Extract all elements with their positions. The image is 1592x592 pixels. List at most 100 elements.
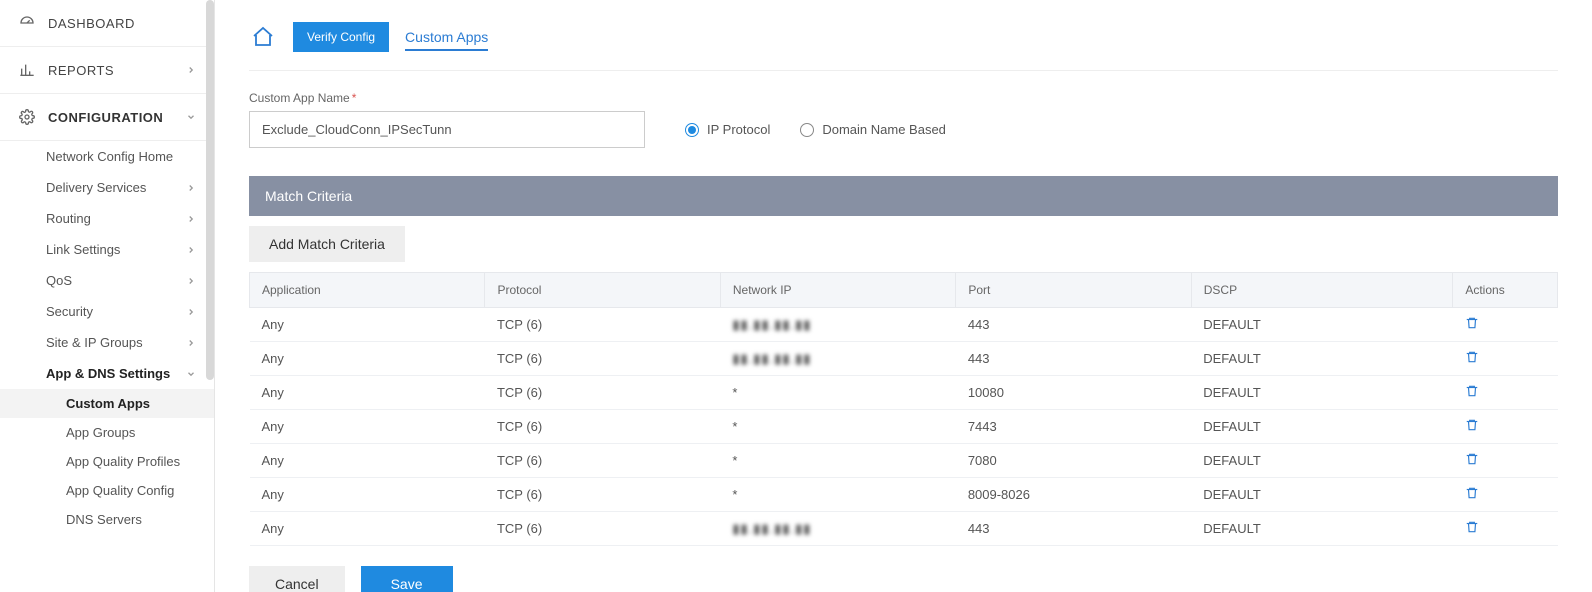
custom-app-name-label-text: Custom App Name [249, 91, 350, 105]
add-match-criteria-button[interactable]: Add Match Criteria [249, 226, 405, 262]
cell-network-ip: * [720, 410, 955, 444]
verify-config-button[interactable]: Verify Config [293, 22, 389, 52]
chevron-right-icon [186, 276, 196, 286]
delete-row-icon[interactable] [1465, 520, 1479, 534]
sidebar-item-link-settings[interactable]: Link Settings [0, 234, 214, 265]
chevron-right-icon [186, 183, 196, 193]
radio-domain-label: Domain Name Based [822, 122, 946, 137]
sidebar-item-label: Network Config Home [46, 149, 196, 164]
cell-dscp: DEFAULT [1191, 342, 1453, 376]
sidebar-item-qos[interactable]: QoS [0, 265, 214, 296]
delete-row-icon[interactable] [1465, 452, 1479, 466]
cell-application: Any [250, 342, 485, 376]
cell-dscp: DEFAULT [1191, 444, 1453, 478]
nav-reports-label: REPORTS [48, 63, 186, 78]
cell-protocol: TCP (6) [485, 342, 720, 376]
radio-ip-protocol-label: IP Protocol [707, 122, 770, 137]
sidebar-subitem-app-groups[interactable]: App Groups [0, 418, 214, 447]
sidebar-subitem-app-quality-profiles[interactable]: App Quality Profiles [0, 447, 214, 476]
nav-dashboard[interactable]: DASHBOARD [0, 0, 214, 47]
delete-row-icon[interactable] [1465, 418, 1479, 432]
cell-actions [1453, 444, 1558, 478]
sidebar-item-site-ip-groups[interactable]: Site & IP Groups [0, 327, 214, 358]
match-criteria-table: Application Protocol Network IP Port DSC… [249, 272, 1558, 546]
cell-dscp: DEFAULT [1191, 512, 1453, 546]
cell-network-ip: ▮▮.▮▮.▮▮.▮▮ [720, 512, 955, 546]
table-row: AnyTCP (6)▮▮.▮▮.▮▮.▮▮443DEFAULT [250, 308, 1558, 342]
cell-port: 8009-8026 [956, 478, 1191, 512]
custom-app-name-label: Custom App Name* [249, 91, 1558, 105]
delete-row-icon[interactable] [1465, 486, 1479, 500]
cell-application: Any [250, 444, 485, 478]
chevron-right-icon [186, 214, 196, 224]
custom-app-name-input[interactable] [249, 111, 645, 148]
radio-ip-protocol[interactable]: IP Protocol [685, 122, 770, 137]
chevron-right-icon [186, 338, 196, 348]
sidebar-scrollbar[interactable] [206, 0, 214, 380]
sidebar-item-label: QoS [46, 273, 186, 288]
cancel-button[interactable]: Cancel [249, 566, 345, 592]
cell-network-ip: * [720, 376, 955, 410]
cell-application: Any [250, 512, 485, 546]
cell-port: 443 [956, 512, 1191, 546]
nav-configuration-label: CONFIGURATION [48, 110, 186, 125]
cell-actions [1453, 342, 1558, 376]
home-icon[interactable] [249, 23, 277, 51]
sidebar-subitem-app-quality-config[interactable]: App Quality Config [0, 476, 214, 505]
cell-protocol: TCP (6) [485, 410, 720, 444]
name-row: IP Protocol Domain Name Based [249, 111, 1558, 148]
nav-reports[interactable]: REPORTS [0, 47, 214, 94]
cell-application: Any [250, 410, 485, 444]
save-button[interactable]: Save [361, 566, 453, 592]
cell-application: Any [250, 376, 485, 410]
cell-protocol: TCP (6) [485, 478, 720, 512]
sidebar-item-network-config-home[interactable]: Network Config Home [0, 141, 214, 172]
col-port: Port [956, 273, 1191, 308]
sidebar-item-label: Security [46, 304, 186, 319]
col-protocol: Protocol [485, 273, 720, 308]
sidebar-item-delivery-services[interactable]: Delivery Services [0, 172, 214, 203]
chevron-down-icon [186, 112, 196, 122]
col-network-ip: Network IP [720, 273, 955, 308]
chevron-right-icon [186, 245, 196, 255]
table-row: AnyTCP (6)*8009-8026DEFAULT [250, 478, 1558, 512]
table-row: AnyTCP (6)*7443DEFAULT [250, 410, 1558, 444]
chevron-right-icon [186, 307, 196, 317]
cell-port: 443 [956, 342, 1191, 376]
sidebar-item-security[interactable]: Security [0, 296, 214, 327]
cell-dscp: DEFAULT [1191, 478, 1453, 512]
nav-configuration[interactable]: CONFIGURATION [0, 94, 214, 141]
breadcrumb-row: Verify Config Custom Apps [249, 22, 1558, 71]
cell-network-ip: ▮▮.▮▮.▮▮.▮▮ [720, 342, 955, 376]
cell-protocol: TCP (6) [485, 512, 720, 546]
sidebar-subitem-custom-apps[interactable]: Custom Apps [0, 389, 214, 418]
sidebar-item-label: Site & IP Groups [46, 335, 186, 350]
sidebar-subitem-dns-servers[interactable]: DNS Servers [0, 505, 214, 534]
radio-domain-name-based[interactable]: Domain Name Based [800, 122, 946, 137]
sidebar-item-app-dns-settings[interactable]: App & DNS Settings [0, 358, 214, 389]
footer-actions: Cancel Save [249, 566, 1558, 592]
sidebar-item-label: App & DNS Settings [46, 366, 186, 381]
col-actions: Actions [1453, 273, 1558, 308]
cell-network-ip: ▮▮.▮▮.▮▮.▮▮ [720, 308, 955, 342]
cell-actions [1453, 478, 1558, 512]
main-content: Verify Config Custom Apps Custom App Nam… [215, 0, 1592, 592]
radio-dot-icon [800, 123, 814, 137]
sidebar-item-label: Delivery Services [46, 180, 186, 195]
breadcrumb-current[interactable]: Custom Apps [405, 23, 488, 51]
delete-row-icon[interactable] [1465, 384, 1479, 398]
delete-row-icon[interactable] [1465, 316, 1479, 330]
delete-row-icon[interactable] [1465, 350, 1479, 364]
table-row: AnyTCP (6)*7080DEFAULT [250, 444, 1558, 478]
cell-network-ip: * [720, 478, 955, 512]
match-criteria-header: Match Criteria [249, 176, 1558, 216]
cell-protocol: TCP (6) [485, 444, 720, 478]
cell-actions [1453, 308, 1558, 342]
cell-port: 10080 [956, 376, 1191, 410]
gauge-icon [18, 14, 36, 32]
sidebar-item-label: Link Settings [46, 242, 186, 257]
cell-dscp: DEFAULT [1191, 376, 1453, 410]
sidebar-item-routing[interactable]: Routing [0, 203, 214, 234]
cell-application: Any [250, 478, 485, 512]
protocol-type-radio-group: IP Protocol Domain Name Based [685, 122, 946, 137]
